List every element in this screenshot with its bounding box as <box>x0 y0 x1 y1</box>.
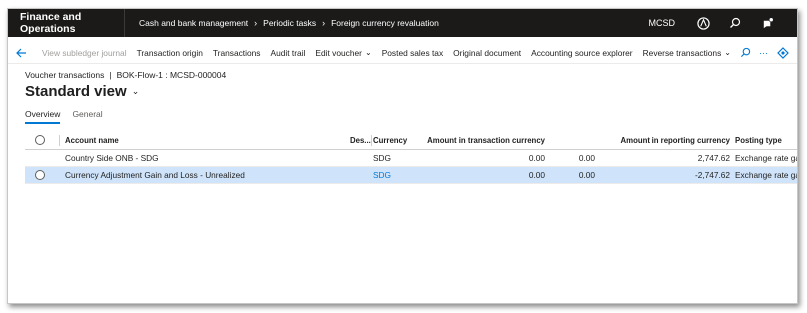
select-all-circle <box>35 135 45 145</box>
view-subledger-journal-button[interactable]: View subledger journal <box>37 48 132 58</box>
breadcrumb-page[interactable]: Foreign currency revaluation <box>331 18 439 28</box>
amount-transaction-currency-cell: 0.00 <box>528 153 545 163</box>
amount-extra-cell: 0.00 <box>578 170 595 180</box>
amount-reporting-currency-cell: -2,747.62 <box>694 170 730 180</box>
edit-voucher-menu[interactable]: Edit voucher ⌄ <box>310 48 376 58</box>
column-header-posting-type[interactable]: Posting type <box>735 131 797 149</box>
chevron-down-icon: ⌄ <box>131 86 140 96</box>
audit-trail-button[interactable]: Audit trail <box>266 48 311 58</box>
table-row[interactable]: Country Side ONB - SDG SDG 0.00 0.00 2,7… <box>25 150 797 167</box>
description-cell <box>350 150 372 166</box>
column-divider <box>59 135 60 146</box>
reverse-transactions-label: Reverse transactions <box>642 47 722 58</box>
amount-reporting-currency-cell: 2,747.62 <box>697 153 730 163</box>
module-breadcrumb: Cash and bank management › Periodic task… <box>125 18 439 28</box>
breadcrumb-record: BOK-Flow-1 : MCSD-000004 <box>116 70 227 80</box>
currency-cell: SDG <box>373 153 391 163</box>
dynamics-icon[interactable] <box>696 16 710 30</box>
breadcrumb-area[interactable]: Periodic tasks <box>263 18 316 28</box>
grid-header-row: Account name Des... Currency Amount in t… <box>25 131 797 150</box>
column-divider <box>371 135 372 146</box>
column-header-amount[interactable]: Amount <box>595 131 650 149</box>
action-pane-right <box>772 46 797 59</box>
page-title: Standard view <box>25 83 127 100</box>
select-all-checkbox[interactable] <box>33 131 47 149</box>
search-icon[interactable] <box>728 16 742 30</box>
app-window: Finance and Operations Cash and bank man… <box>7 8 798 304</box>
row-select-circle <box>35 170 45 180</box>
amount-transaction-currency-cell: 0.00 <box>528 170 545 180</box>
table-row[interactable]: Currency Adjustment Gain and Loss - Unre… <box>25 167 797 184</box>
page-breadcrumb: Voucher transactions | BOK-Flow-1 : MCSD… <box>25 70 226 80</box>
accounting-source-explorer-button[interactable]: Accounting source explorer <box>526 48 638 58</box>
column-header-amount-transaction-currency[interactable]: Amount in transaction currency <box>425 131 545 149</box>
search-icon[interactable] <box>740 47 751 58</box>
breadcrumb-section: Voucher transactions <box>25 70 105 80</box>
tab-general[interactable]: General <box>72 109 102 124</box>
posted-sales-tax-button[interactable]: Posted sales tax <box>377 48 448 58</box>
chevron-down-icon: ⌄ <box>724 48 731 57</box>
top-navigation-bar: Finance and Operations Cash and bank man… <box>8 9 797 37</box>
more-options-icon[interactable]: ··· <box>759 48 768 58</box>
breadcrumb-module[interactable]: Cash and bank management <box>139 18 248 28</box>
column-header-currency[interactable]: Currency <box>373 131 423 149</box>
column-header-amount-reporting-currency[interactable]: Amount in reporting currency <box>650 131 730 149</box>
tab-strip: Overview General <box>25 109 115 124</box>
posting-type-cell: Exchange rate gain <box>735 170 797 180</box>
description-cell <box>350 167 372 183</box>
amount-cell <box>595 150 650 166</box>
column-header-description[interactable]: Des... <box>350 131 372 149</box>
voucher-transactions-grid: Account name Des... Currency Amount in t… <box>25 131 797 184</box>
notifications-icon[interactable] <box>760 16 774 30</box>
column-header-account-name[interactable]: Account name <box>65 131 345 149</box>
chevron-right-icon: › <box>254 18 258 28</box>
top-right-controls: MCSD <box>649 16 798 30</box>
amount-extra-cell: 0.00 <box>578 153 595 163</box>
power-apps-icon[interactable] <box>776 46 790 59</box>
transactions-button[interactable]: Transactions <box>208 48 266 58</box>
view-selector[interactable]: Standard view ⌄ <box>25 83 139 100</box>
app-title[interactable]: Finance and Operations <box>8 11 124 35</box>
row-select-checkbox[interactable] <box>33 167 47 183</box>
posting-type-cell: Exchange rate gain <box>735 153 797 163</box>
currency-cell[interactable]: SDG <box>373 167 423 183</box>
edit-voucher-label: Edit voucher <box>315 47 362 58</box>
original-document-button[interactable]: Original document <box>448 48 526 58</box>
action-pane: View subledger journal Transaction origi… <box>8 42 797 64</box>
reverse-transactions-menu[interactable]: Reverse transactions ⌄ <box>638 48 736 58</box>
account-name-cell: Country Side ONB - SDG <box>65 153 159 163</box>
account-name-cell: Currency Adjustment Gain and Loss - Unre… <box>65 170 245 180</box>
amount-cell <box>595 167 650 183</box>
tab-overview[interactable]: Overview <box>25 109 61 124</box>
company-picker[interactable]: MCSD <box>649 18 676 28</box>
back-arrow-icon[interactable] <box>16 48 27 58</box>
chevron-down-icon: ⌄ <box>364 48 372 57</box>
transaction-origin-button[interactable]: Transaction origin <box>132 48 208 58</box>
breadcrumb-separator: | <box>109 70 112 80</box>
chevron-right-icon: › <box>322 18 326 28</box>
